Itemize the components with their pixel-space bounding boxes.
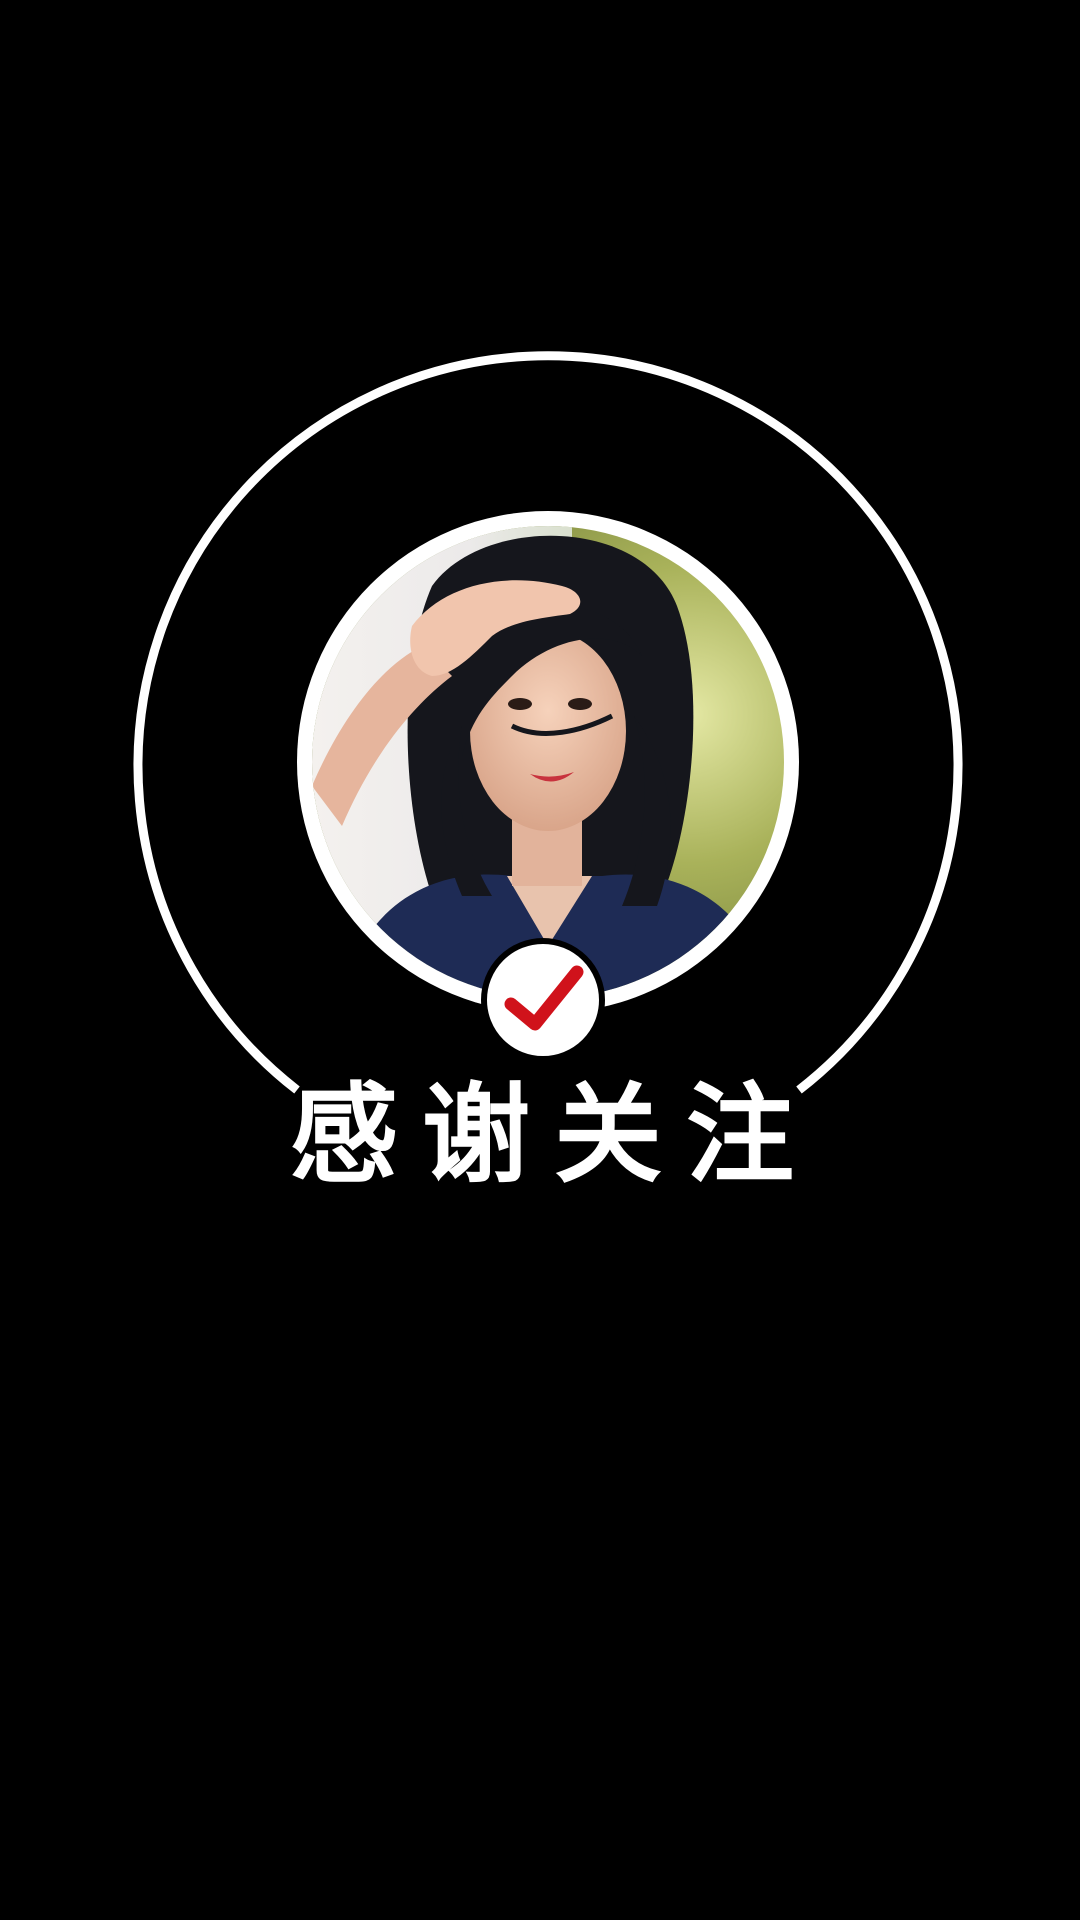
follow-thanks-screen: 感谢关注 xyxy=(0,0,1080,1920)
follow-check-badge[interactable] xyxy=(481,938,605,1062)
thanks-for-following-text: 感谢关注 xyxy=(290,1073,819,1198)
check-icon xyxy=(504,965,584,1031)
avatar-photo xyxy=(312,526,784,998)
